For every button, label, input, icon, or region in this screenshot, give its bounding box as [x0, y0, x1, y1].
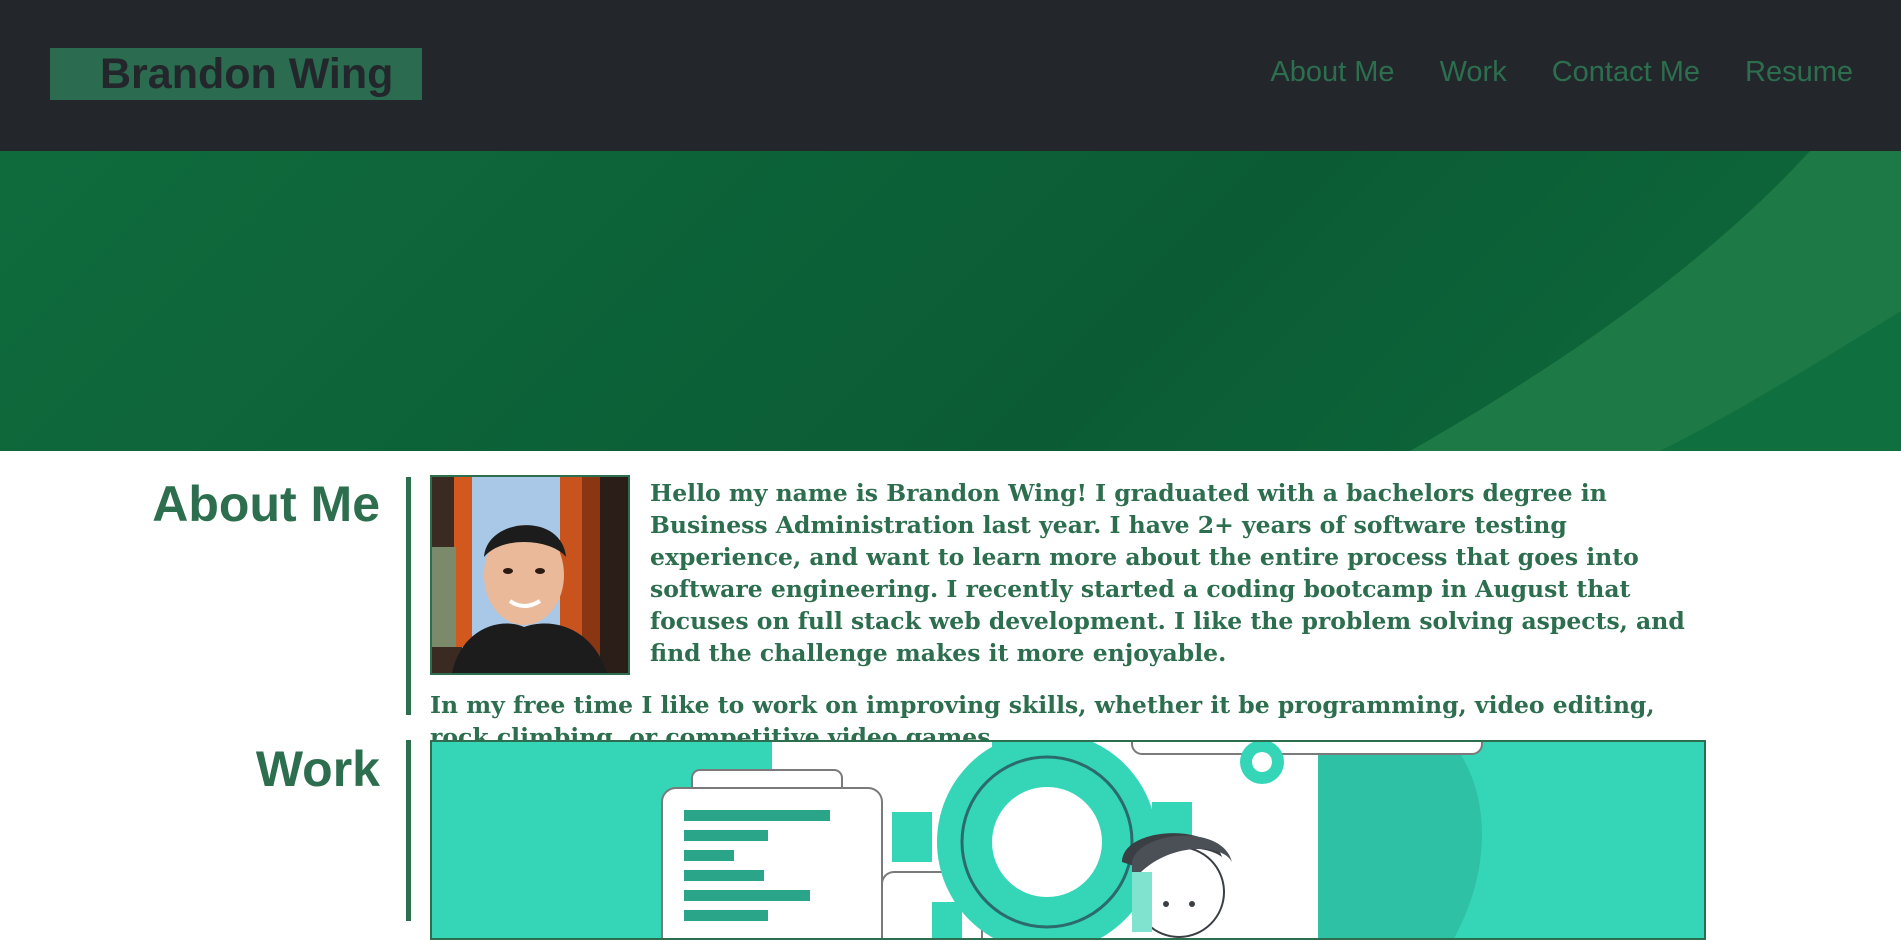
main-nav: About Me Work Contact Me Resume [1270, 56, 1853, 89]
site-header: Brandon Wing About Me Work Contact Me Re… [0, 0, 1901, 151]
nav-link-resume[interactable]: Resume [1745, 56, 1853, 89]
work-divider [406, 740, 411, 921]
portrait-illustration [432, 477, 628, 673]
profile-photo [430, 475, 630, 675]
work-section: Work [0, 740, 1901, 940]
about-title: About Me [152, 476, 380, 532]
about-divider [406, 477, 411, 715]
about-section: About Me Hello my name is Brandon Wing! … [0, 475, 1901, 751]
work-illustration [432, 742, 1704, 938]
hero-banner [0, 151, 1901, 451]
site-logo[interactable]: Brandon Wing [50, 48, 422, 100]
nav-link-work[interactable]: Work [1440, 56, 1507, 89]
work-title: Work [255, 741, 380, 797]
nav-link-contact-me[interactable]: Contact Me [1552, 56, 1700, 89]
work-project-image[interactable] [430, 740, 1706, 940]
about-content: Hello my name is Brandon Wing! I graduat… [430, 475, 1690, 773]
nav-link-about-me[interactable]: About Me [1270, 56, 1394, 89]
hero-curve-graphic [1410, 151, 1901, 451]
